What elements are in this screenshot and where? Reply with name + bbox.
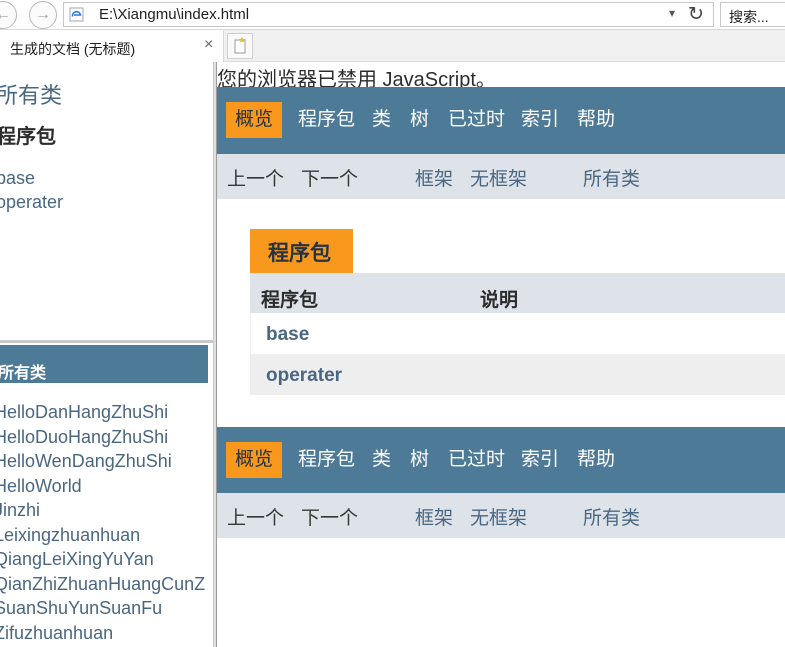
package-link[interactable]: base <box>0 166 63 190</box>
url-dropdown-icon[interactable]: ▾ <box>669 6 675 20</box>
top-nav-bar: 概览 程序包 类 树 已过时 索引 帮助 <box>217 87 785 154</box>
column-header-description: 说明 <box>480 290 519 311</box>
class-link[interactable]: Leixingzhuanhuan <box>0 523 205 548</box>
nav-help[interactable]: 帮助 <box>577 442 615 478</box>
prev-label: 上一个 <box>227 169 285 190</box>
search-placeholder: 搜索... <box>729 9 769 25</box>
class-link[interactable]: SuanShuYunSuanFu <box>0 596 205 621</box>
nav-tree[interactable]: 树 <box>410 442 429 478</box>
nav-package[interactable]: 程序包 <box>298 102 355 138</box>
classes-frame: 所有类 HelloDanHangZhuShi HelloDuoHangZhuSh… <box>0 343 213 647</box>
class-link[interactable]: QianZhiZhuanHuangCunZ <box>0 572 205 597</box>
class-link[interactable]: HelloWorld <box>0 474 205 499</box>
forward-button[interactable]: → <box>29 1 57 29</box>
class-link[interactable]: HelloWenDangZhuShi <box>0 449 205 474</box>
nav-tree[interactable]: 树 <box>410 102 429 138</box>
class-list: HelloDanHangZhuShi HelloDuoHangZhuShi He… <box>0 400 205 645</box>
all-classes-title: 所有类 <box>0 365 47 382</box>
bottom-nav-bar: 概览 程序包 类 树 已过时 索引 帮助 <box>217 427 785 493</box>
tab-active[interactable]: 生成的文档 (无标题) × <box>0 30 224 63</box>
all-classes-nav-link[interactable]: 所有类 <box>583 164 640 191</box>
table-row: operater <box>250 354 785 395</box>
back-arrow-icon: ← <box>0 6 11 23</box>
frames-link[interactable]: 框架 <box>415 503 453 530</box>
all-classes-link[interactable]: 所有类 <box>0 78 62 110</box>
package-table-link[interactable]: operater <box>266 365 342 387</box>
nav-deprecated[interactable]: 已过时 <box>448 442 505 478</box>
package-table-link[interactable]: base <box>266 324 309 346</box>
table-header-row: 程序包 说明 <box>250 273 785 313</box>
back-button[interactable]: ← <box>0 1 17 29</box>
search-input[interactable]: 搜索... <box>720 2 785 27</box>
main-frame: 您的浏览器已禁用 JavaScript。 概览 程序包 类 树 已过时 索引 帮… <box>217 62 785 647</box>
close-icon[interactable]: × <box>204 36 213 54</box>
next-label: 下一个 <box>301 508 359 529</box>
url-field[interactable]: E:\Xiangmu\index.html ▾ ↻ <box>63 2 714 27</box>
nav-index[interactable]: 索引 <box>521 442 559 478</box>
nav-package[interactable]: 程序包 <box>298 442 355 478</box>
nav-index[interactable]: 索引 <box>521 102 559 138</box>
new-tab-icon <box>234 37 246 54</box>
no-frames-link[interactable]: 无框架 <box>470 503 527 530</box>
address-bar: ← → E:\Xiangmu\index.html ▾ ↻ 搜索... <box>0 0 785 30</box>
sub-nav-bar: 上一个 下一个 框架 无框架 所有类 <box>217 154 785 199</box>
column-header-package: 程序包 <box>261 290 319 311</box>
next-label: 下一个 <box>301 169 359 190</box>
packages-heading: 程序包 <box>0 126 56 148</box>
bottom-sub-nav-bar: 上一个 下一个 框架 无框架 所有类 <box>217 493 785 538</box>
class-link[interactable]: Jinzhi <box>0 498 205 523</box>
ie-page-icon <box>69 7 84 22</box>
packages-table: 程序包 说明 base operater <box>250 273 785 395</box>
nav-help[interactable]: 帮助 <box>577 102 615 138</box>
prev-label: 上一个 <box>227 508 285 529</box>
frames-link[interactable]: 框架 <box>415 164 453 191</box>
all-classes-bar: 所有类 <box>0 345 208 383</box>
table-caption-text: 程序包 <box>268 242 331 265</box>
packages-frame: 所有类 程序包 base operater <box>0 62 213 343</box>
nav-class[interactable]: 类 <box>372 102 391 138</box>
new-tab-button[interactable] <box>227 33 253 59</box>
table-caption: 程序包 <box>250 229 353 273</box>
package-list: base operater <box>0 166 63 214</box>
class-link[interactable]: QiangLeiXingYuYan <box>0 547 205 572</box>
class-link[interactable]: Zifuzhuanhuan <box>0 621 205 646</box>
tab-bar: 生成的文档 (无标题) × <box>0 30 785 63</box>
refresh-icon[interactable]: ↻ <box>688 3 704 26</box>
class-link[interactable]: HelloDanHangZhuShi <box>0 400 205 425</box>
no-frames-link[interactable]: 无框架 <box>470 164 527 191</box>
nav-overview[interactable]: 概览 <box>226 102 283 138</box>
nav-overview[interactable]: 概览 <box>226 442 283 478</box>
tab-title: 生成的文档 (无标题) <box>10 41 136 57</box>
nav-class[interactable]: 类 <box>372 442 391 478</box>
url-text: E:\Xiangmu\index.html <box>99 6 250 23</box>
class-link[interactable]: HelloDuoHangZhuShi <box>0 425 205 450</box>
package-link[interactable]: operater <box>0 190 63 214</box>
nav-deprecated[interactable]: 已过时 <box>448 102 505 138</box>
forward-arrow-icon: → <box>35 6 51 23</box>
table-row: base <box>250 313 785 354</box>
all-classes-nav-link[interactable]: 所有类 <box>583 503 640 530</box>
